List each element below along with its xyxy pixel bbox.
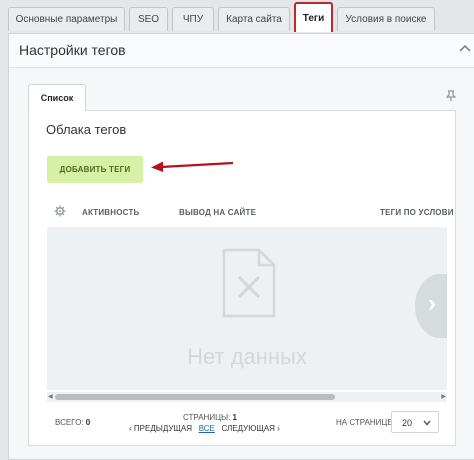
red-arrow-annotation (151, 161, 234, 172)
total-count: ВСЕГО: 0 (55, 418, 90, 427)
add-tags-button[interactable]: ДОБАВИТЬ ТЕГИ (47, 156, 143, 183)
next-page-label: СЛЕДУЮЩАЯ (221, 424, 275, 433)
total-label: ВСЕГО: (55, 418, 84, 427)
grid-header: АКТИВНОСТЬ ВЫВОД НА САЙТЕ ТЕГИ ПО УСЛОВИ (47, 201, 453, 225)
per-page-select[interactable]: 20 (391, 411, 439, 433)
per-page-value: 20 (402, 418, 413, 428)
total-value: 0 (85, 418, 91, 427)
horizontal-scrollbar[interactable]: ◀ ▶ (47, 392, 447, 402)
tag-clouds-card: Облака тегов ДОБАВИТЬ ТЕГИ АКТИВНОСТЬ ВЫ… (28, 110, 456, 446)
column-show-on-site[interactable]: ВЫВОД НА САЙТЕ (179, 208, 256, 217)
tab-sitemap[interactable]: Карта сайта (218, 7, 290, 31)
tab-tags[interactable]: Теги (294, 2, 333, 32)
pin-icon[interactable] (445, 90, 457, 105)
prev-page-label: ПРЕДЫДУЩАЯ (133, 424, 193, 433)
column-tags-by-conditions[interactable]: ТЕГИ ПО УСЛОВИ (380, 208, 454, 217)
panel-header: Настройки тегов (9, 34, 474, 68)
collapse-icon[interactable] (458, 42, 472, 56)
scroll-right-button[interactable]: › (415, 274, 447, 338)
scrollbar-thumb[interactable] (55, 394, 335, 400)
pages-value: 1 (232, 413, 237, 422)
prev-page-link[interactable]: ‹ ПРЕДЫДУЩАЯ (129, 424, 192, 433)
chevron-right-icon: › (428, 290, 436, 317)
tab-list[interactable]: Список (28, 84, 86, 111)
tab-search-conditions[interactable]: Условия в поиске (337, 7, 435, 31)
pagination: ‹ ПРЕДЫДУЩАЯ ВСЕ СЛЕДУЮЩАЯ › (129, 424, 280, 433)
next-page-link[interactable]: СЛЕДУЮЩАЯ › (222, 424, 280, 433)
scroll-left-arrow-icon[interactable]: ◀ (48, 393, 53, 400)
gear-icon[interactable] (54, 205, 66, 217)
empty-text: Нет данных (187, 344, 307, 369)
panel-title: Настройки тегов (19, 42, 126, 58)
column-activity[interactable]: АКТИВНОСТЬ (82, 208, 140, 217)
chevron-down-icon (423, 420, 431, 426)
settings-tabs: Основные параметры SEO ЧПУ Карта сайта Т… (0, 0, 474, 34)
no-data-file-icon (222, 248, 276, 318)
all-pages-link[interactable]: ВСЕ (199, 424, 215, 433)
tab-chpu[interactable]: ЧПУ (172, 7, 214, 31)
tab-seo[interactable]: SEO (129, 7, 168, 31)
pages-label: СТРАНИЦЫ: (183, 413, 231, 422)
per-page-label: НА СТРАНИЦЕ: (336, 418, 395, 427)
scroll-right-arrow-icon[interactable]: ▶ (441, 393, 446, 400)
tab-main-params[interactable]: Основные параметры (8, 7, 125, 31)
empty-state: Нет данных › (47, 227, 447, 390)
pages-count: СТРАНИЦЫ: 1 (183, 413, 237, 422)
card-title: Облака тегов (46, 122, 127, 137)
